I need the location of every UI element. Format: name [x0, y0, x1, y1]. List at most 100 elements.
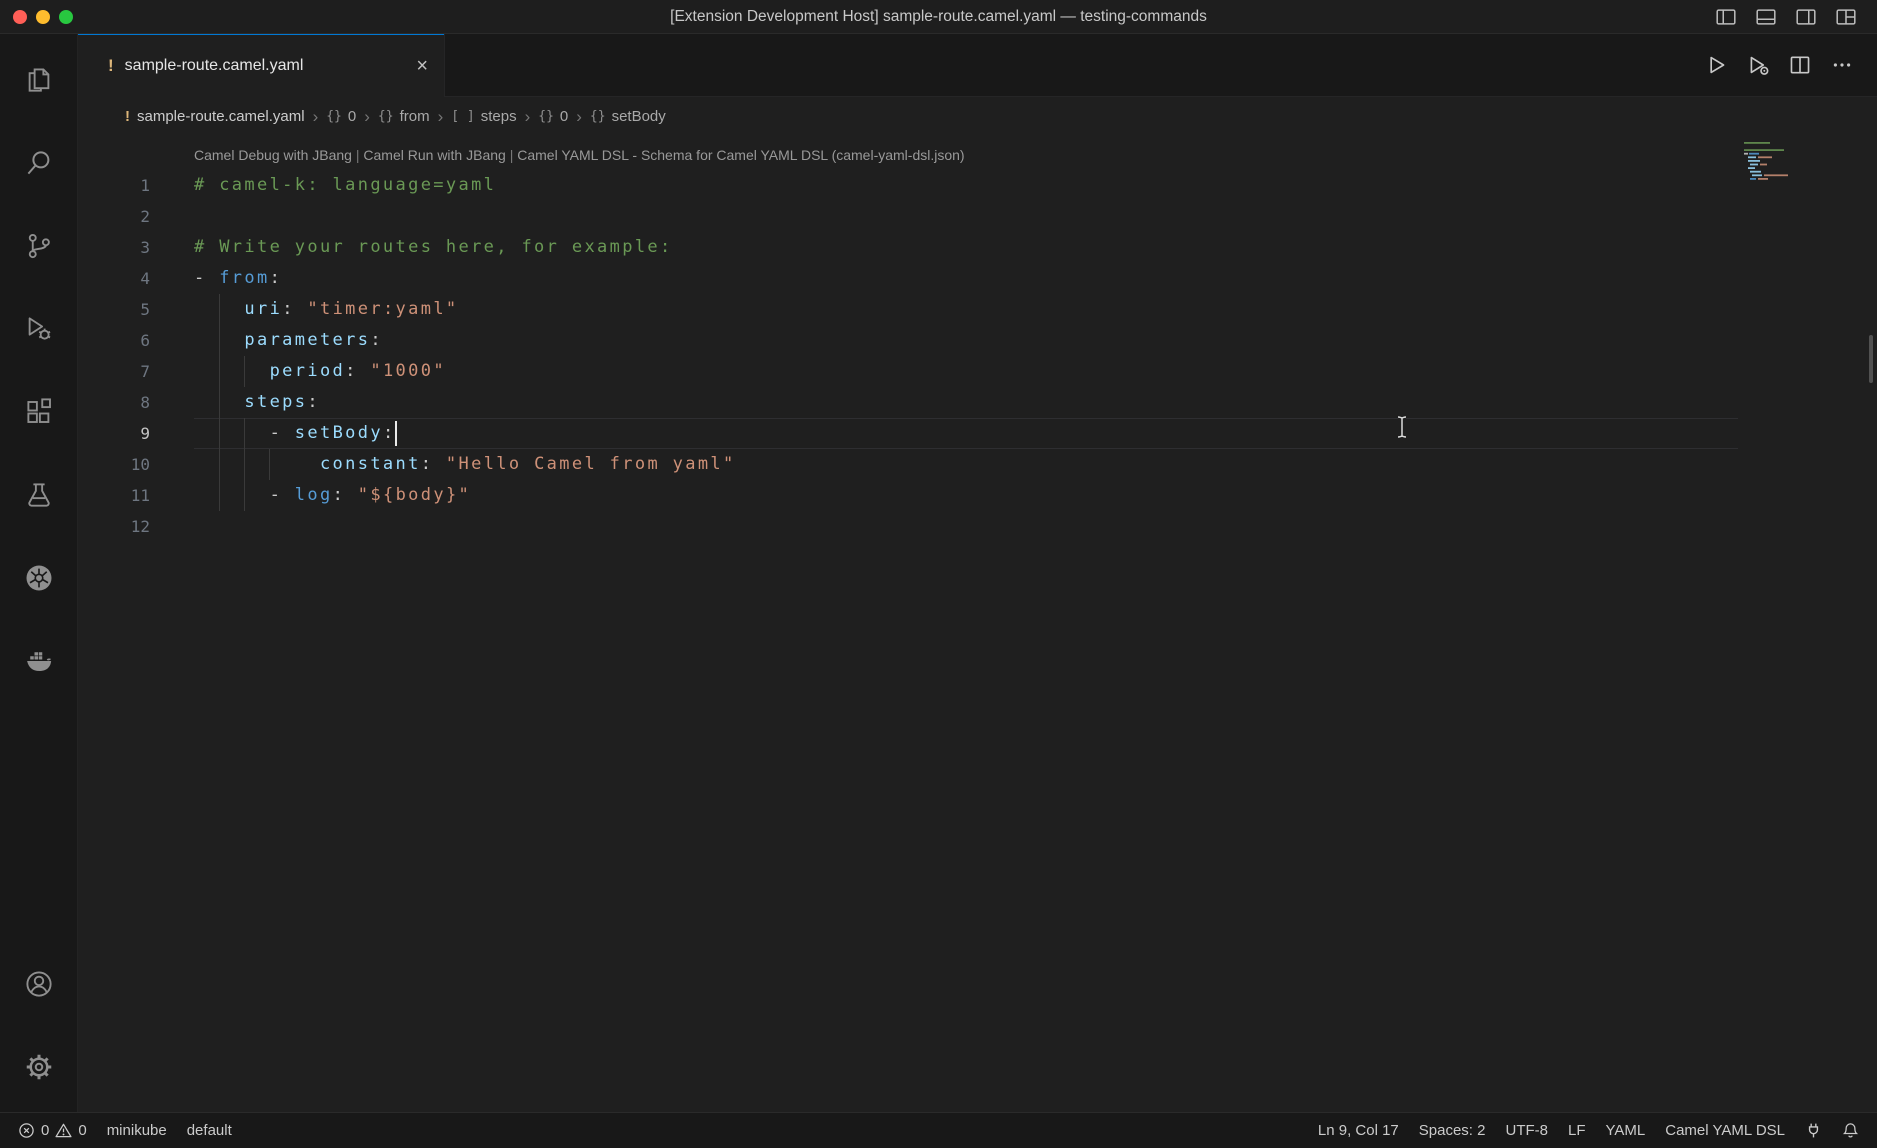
- code-token: # Write your routes here, for example:: [194, 237, 673, 257]
- breadcrumb: ! sample-route.camel.yaml ›{}0›{}from›[ …: [78, 97, 1877, 136]
- line-content: # Write your routes here, for example:: [194, 232, 673, 263]
- breadcrumb-item[interactable]: {}setBody: [590, 108, 666, 125]
- code-token: period: [270, 361, 346, 381]
- codelens-link[interactable]: Camel YAML DSL - Schema for Camel YAML D…: [517, 147, 964, 163]
- code-line[interactable]: 5 uri: "timer:yaml": [78, 294, 1877, 325]
- activity-item-search[interactable]: [0, 121, 77, 204]
- status-label: 0: [41, 1122, 49, 1139]
- code-token: :: [307, 392, 320, 412]
- activity-item-source-control[interactable]: [0, 204, 77, 287]
- line-number: 5: [78, 294, 150, 325]
- activity-item-kubernetes[interactable]: [0, 536, 77, 619]
- bell-icon: [1842, 1122, 1859, 1139]
- line-number: 1: [78, 170, 150, 201]
- code-token: :: [270, 268, 283, 288]
- code-line[interactable]: 4- from:: [78, 263, 1877, 294]
- activity-item-accounts[interactable]: [0, 942, 77, 1025]
- close-tab-icon[interactable]: ×: [416, 56, 428, 76]
- activity-item-extensions[interactable]: [0, 370, 77, 453]
- toggle-primary-sidebar-icon[interactable]: [1715, 6, 1737, 28]
- breadcrumb-item[interactable]: {}0: [326, 108, 356, 125]
- split-editor-icon[interactable]: [1789, 54, 1811, 76]
- breadcrumb-file[interactable]: sample-route.camel.yaml: [137, 108, 305, 125]
- line-number: 6: [78, 325, 150, 356]
- status-indentation[interactable]: Spaces: 2: [1409, 1113, 1496, 1148]
- activity-item-settings[interactable]: [0, 1025, 77, 1108]
- symbol-icon: {}: [538, 109, 554, 124]
- code-token: constant: [320, 454, 421, 474]
- kubernetes-wheel-icon: [24, 563, 54, 593]
- breadcrumb-item[interactable]: [ ]steps: [451, 108, 516, 125]
- gear-icon: [24, 1052, 54, 1082]
- status-namespace[interactable]: default: [177, 1113, 242, 1148]
- status-label: UTF-8: [1505, 1122, 1548, 1139]
- line-content: period: "1000": [194, 356, 446, 387]
- status-label: Ln 9, Col 17: [1318, 1122, 1399, 1139]
- line-number: 4: [78, 263, 150, 294]
- activity-item-docker[interactable]: [0, 619, 77, 702]
- code-line[interactable]: 2: [78, 201, 1877, 232]
- breadcrumb-item[interactable]: {}from: [378, 108, 430, 125]
- indent-guide: [219, 418, 220, 449]
- toggle-secondary-sidebar-icon[interactable]: [1795, 6, 1817, 28]
- activity-item-explorer[interactable]: [0, 38, 77, 121]
- line-content: constant: "Hello Camel from yaml": [194, 449, 736, 480]
- code-line[interactable]: 3 # Write your routes here, for example:: [78, 232, 1877, 263]
- activity-item-testing[interactable]: [0, 453, 77, 536]
- code-line[interactable]: 7 period: "1000": [78, 356, 1877, 387]
- code-token: :: [383, 423, 396, 443]
- code-line[interactable]: 8 steps:: [78, 387, 1877, 418]
- toggle-panel-icon[interactable]: [1755, 6, 1777, 28]
- files-icon: [24, 65, 54, 95]
- status-camel-dsl[interactable]: Camel YAML DSL: [1655, 1113, 1795, 1148]
- indent-guide: [219, 480, 220, 511]
- zoom-window-button[interactable]: [59, 10, 73, 24]
- line-content: steps:: [194, 387, 320, 418]
- code-token: from: [219, 268, 269, 288]
- status-encoding[interactable]: UTF-8: [1495, 1113, 1558, 1148]
- code-line[interactable]: 9 - setBody:: [78, 418, 1877, 449]
- tab-sample-route[interactable]: ! sample-route.camel.yaml ×: [78, 34, 445, 97]
- editor[interactable]: Camel Debug with JBang | Camel Run with …: [78, 136, 1877, 1112]
- status-label: minikube: [107, 1122, 167, 1139]
- run-icon[interactable]: [1705, 54, 1727, 76]
- line-number: 3: [78, 232, 150, 263]
- breadcrumb-label: setBody: [612, 108, 666, 125]
- indent-guide: [244, 480, 245, 511]
- minimize-window-button[interactable]: [36, 10, 50, 24]
- code-line[interactable]: 11 - log: "${body}": [78, 480, 1877, 511]
- more-actions-icon[interactable]: [1831, 54, 1853, 76]
- run-or-debug-icon[interactable]: [1747, 54, 1769, 76]
- code-token: :: [370, 330, 383, 350]
- status-problems[interactable]: 00: [8, 1113, 97, 1148]
- status-cursor-position[interactable]: Ln 9, Col 17: [1308, 1113, 1409, 1148]
- codelens-link[interactable]: Camel Run with JBang: [363, 147, 505, 163]
- breadcrumb-label: steps: [481, 108, 517, 125]
- status-eol[interactable]: LF: [1558, 1113, 1596, 1148]
- code-line[interactable]: 6 parameters:: [78, 325, 1877, 356]
- text-caret: [395, 421, 397, 446]
- code-token: :: [333, 485, 358, 505]
- close-window-button[interactable]: [13, 10, 27, 24]
- status-minikube-context[interactable]: minikube: [97, 1113, 177, 1148]
- indent-guide: [244, 418, 245, 449]
- code-token: [194, 454, 320, 474]
- status-label: YAML: [1606, 1122, 1646, 1139]
- status-label: default: [187, 1122, 232, 1139]
- codelens-link[interactable]: Camel Debug with JBang: [194, 147, 352, 163]
- minimap[interactable]: [1742, 140, 1800, 186]
- status-language-mode[interactable]: YAML: [1596, 1113, 1656, 1148]
- code-token: :: [421, 454, 446, 474]
- code-token: "Hello Camel from yaml": [446, 454, 736, 474]
- activity-item-run-and-debug[interactable]: [0, 287, 77, 370]
- breadcrumb-item[interactable]: {}0: [538, 108, 568, 125]
- scrollbar-marker[interactable]: [1869, 335, 1873, 383]
- status-notifications[interactable]: [1832, 1113, 1869, 1148]
- code-line[interactable]: 10 constant: "Hello Camel from yaml": [78, 449, 1877, 480]
- code-line[interactable]: 12: [78, 511, 1877, 542]
- code-line[interactable]: 1# camel-k: language=yaml: [78, 170, 1877, 201]
- status-label: Spaces: 2: [1419, 1122, 1486, 1139]
- customize-layout-icon[interactable]: [1835, 6, 1857, 28]
- code-token: [194, 423, 270, 443]
- status-extension-status[interactable]: [1795, 1113, 1832, 1148]
